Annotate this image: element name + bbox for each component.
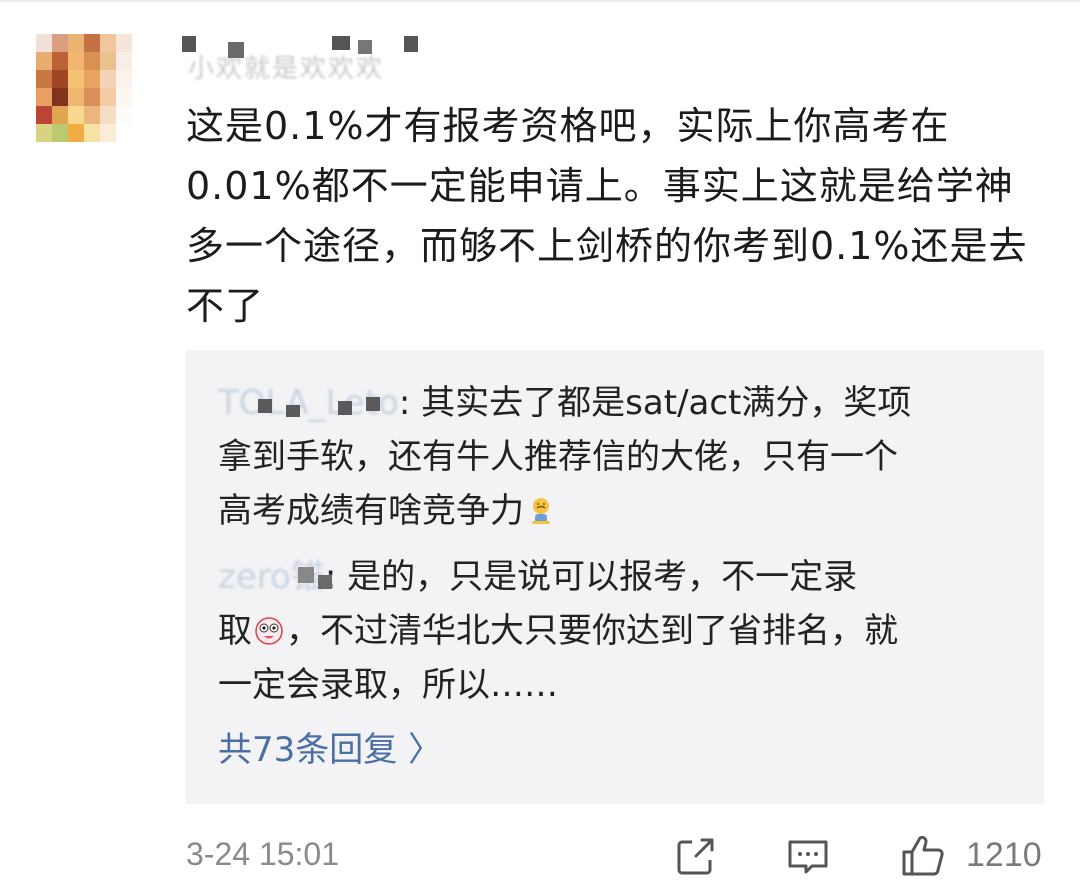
share-icon[interactable]: [672, 832, 720, 880]
thumbs-up-icon[interactable]: [898, 832, 946, 880]
avatar[interactable]: [36, 34, 132, 142]
comment-timestamp: 3-24 15:01: [186, 836, 340, 872]
username[interactable]: 小欢就是欢欢欢: [182, 36, 442, 84]
reply-item: TOLA_Leto: 其实去了都是sat/act满分，奖项 拿到手软，还有牛人推…: [218, 376, 978, 538]
reply-text: 取: [218, 611, 252, 651]
like-count: 1210: [966, 836, 1042, 874]
reply-author-link[interactable]: TOLA_Leto: [218, 383, 399, 423]
reply-author-link[interactable]: zero锚: [218, 557, 332, 597]
comment-body: 这是0.1%才有报考资格吧，实际上你高考在0.01%都不一定能申请上。事实上这就…: [186, 104, 1028, 328]
username-text: 小欢就是欢欢欢: [188, 54, 385, 84]
reply-text: 拿到手软，还有牛人推荐信的大佬，只有一个: [218, 437, 898, 477]
reply-item: zero锚: 是的，只是说可以报考，不一定录 取 ，不过清华北大只要你达到了省排…: [218, 550, 978, 712]
top-divider: [0, 0, 1080, 2]
reply-text: 高考成绩有啥竞争力: [218, 491, 524, 531]
more-replies-link[interactable]: 共73条回复 〉: [218, 722, 442, 771]
reply-text: : 是的，只是说可以报考，不一定录: [324, 557, 858, 597]
replies-preview[interactable]: TOLA_Leto: 其实去了都是sat/act满分，奖项 拿到手软，还有牛人推…: [186, 350, 1044, 804]
reply-text: ，不过清华北大只要你达到了省排名，就: [286, 611, 898, 651]
funny-face-emoji-icon: [255, 617, 283, 645]
sad-kneeling-emoji-icon: [532, 498, 550, 524]
reply-text: 一定会录取，所以……: [218, 665, 558, 705]
comment-icon[interactable]: [784, 832, 832, 880]
reply-text: : 其实去了都是sat/act满分，奖项: [398, 383, 912, 423]
